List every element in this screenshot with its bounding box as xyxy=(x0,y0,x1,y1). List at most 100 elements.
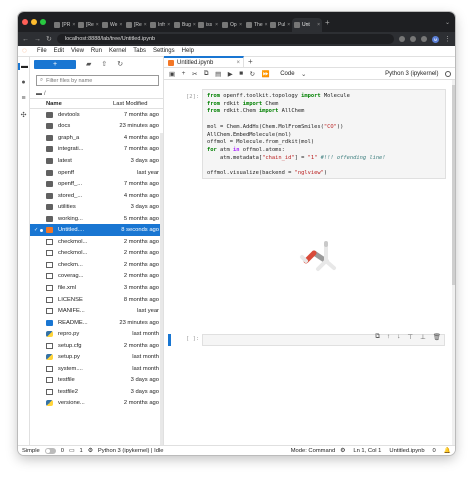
maximize-window-button[interactable] xyxy=(40,19,46,25)
file-row[interactable]: MANIFE... last year xyxy=(30,305,163,317)
cell-type-select[interactable]: Code xyxy=(280,71,294,77)
simple-mode-toggle[interactable] xyxy=(44,447,56,454)
toc-icon[interactable]: ≡ xyxy=(21,95,25,102)
scrollbar-thumb[interactable] xyxy=(452,85,455,285)
extension-icon[interactable] xyxy=(399,36,405,42)
reload-icon[interactable]: ↻ xyxy=(46,35,52,43)
insert-above-icon[interactable]: ⊤ xyxy=(407,333,413,341)
browser-tab[interactable]: Op × xyxy=(220,18,244,32)
move-down-icon[interactable]: ↓ xyxy=(397,333,400,341)
file-row[interactable]: testfile 3 days ago xyxy=(30,375,163,387)
settings-icon[interactable]: ⚙ xyxy=(340,448,345,454)
close-tab-icon[interactable]: × xyxy=(236,60,240,66)
file-row[interactable]: integrati... 7 months ago xyxy=(30,144,163,156)
browser-tab[interactable]: Infr × xyxy=(148,18,172,32)
restart-run-all-icon[interactable]: ⏩ xyxy=(262,70,270,78)
file-list-scrollbar[interactable] xyxy=(160,133,163,453)
extension-icon[interactable] xyxy=(410,36,416,42)
menu-edit[interactable]: Edit xyxy=(54,48,64,54)
close-tab-icon[interactable]: × xyxy=(144,22,147,28)
refresh-icon[interactable]: ↻ xyxy=(117,60,123,68)
notification-count[interactable]: 0 xyxy=(433,448,436,454)
menu-view[interactable]: View xyxy=(71,48,84,54)
move-up-icon[interactable]: ↑ xyxy=(387,333,390,341)
save-icon[interactable]: ▣ xyxy=(169,70,175,78)
cursor-position[interactable]: Ln 1, Col 1 xyxy=(353,448,381,454)
new-tab-button[interactable]: + xyxy=(325,18,330,27)
file-row[interactable]: README... 23 minutes ago xyxy=(30,317,163,329)
file-row[interactable]: checkmol... 2 months ago xyxy=(30,236,163,248)
new-launcher-button[interactable]: + xyxy=(34,59,76,69)
forward-icon[interactable]: → xyxy=(34,36,41,43)
molecule-3d-view[interactable] xyxy=(296,235,346,277)
browser-tab[interactable]: Unt × xyxy=(292,18,322,32)
insert-below-icon[interactable]: ⊥ xyxy=(420,333,426,341)
browser-tab[interactable]: iss × xyxy=(196,18,220,32)
browser-tab[interactable]: [Re × xyxy=(76,18,100,32)
file-row[interactable]: system.... last month xyxy=(30,363,163,375)
close-tab-icon[interactable]: × xyxy=(96,22,99,28)
file-row[interactable]: docs 23 minutes ago xyxy=(30,121,163,133)
tab-search-icon[interactable]: ⌄ xyxy=(445,19,450,26)
file-row[interactable]: coverag... 2 months ago xyxy=(30,271,163,283)
restart-icon[interactable]: ↻ xyxy=(250,70,255,78)
close-tab-icon[interactable]: × xyxy=(287,22,290,28)
file-row[interactable]: setup.py last month xyxy=(30,351,163,363)
tab-untitled-notebook[interactable]: Untitled.ipynb × xyxy=(164,56,244,67)
menu-help[interactable]: Help xyxy=(182,48,194,54)
url-field[interactable]: localhost:8888/lab/tree/Untitled.ipynb xyxy=(56,34,394,44)
file-row[interactable]: LICENSE 8 months ago xyxy=(30,294,163,306)
browser-tab[interactable]: Pul × xyxy=(268,18,292,32)
kernel-count[interactable]: 1 xyxy=(79,448,82,454)
close-tab-icon[interactable]: × xyxy=(239,22,242,28)
file-row[interactable]: setup.cfg 2 months ago xyxy=(30,340,163,352)
chevron-down-icon[interactable]: ⌄ xyxy=(301,70,306,78)
browser-tab[interactable]: The × xyxy=(244,18,268,32)
terminal-count[interactable]: 0 xyxy=(61,448,64,454)
kernel-name[interactable]: Python 3 (ipykernel) xyxy=(385,71,438,77)
close-tab-icon[interactable]: × xyxy=(119,22,122,28)
notebook-scrollbar[interactable] xyxy=(452,80,455,455)
browser-menu-icon[interactable]: ⋮ xyxy=(444,35,451,43)
code-editor[interactable]: from openff.toolkit.topology import Mole… xyxy=(202,89,446,179)
add-cell-icon[interactable]: + xyxy=(182,70,186,77)
delete-cell-icon[interactable]: 🗑 xyxy=(433,333,441,341)
profile-avatar[interactable]: M xyxy=(432,35,439,43)
extension-icon[interactable] xyxy=(421,36,427,42)
file-row[interactable]: checkm... 2 months ago xyxy=(30,259,163,271)
menu-settings[interactable]: Settings xyxy=(153,48,175,54)
stop-icon[interactable]: ■ xyxy=(239,70,243,77)
minimize-window-button[interactable] xyxy=(31,19,37,25)
breadcrumb[interactable]: ▬ / xyxy=(30,89,163,98)
close-tab-icon[interactable]: × xyxy=(72,22,75,28)
close-tab-icon[interactable]: × xyxy=(167,22,170,28)
paste-icon[interactable]: ▤ xyxy=(215,70,221,78)
file-row[interactable]: ✓ Untitled.... 8 seconds ago xyxy=(30,224,163,237)
empty-code-cell[interactable]: [ ]: ⧉ ↑ ↓ ⊤ ⊥ 🗑 xyxy=(168,333,445,346)
breadcrumb-root[interactable]: / xyxy=(44,91,46,97)
upload-icon[interactable]: ⇧ xyxy=(101,60,107,68)
file-row[interactable]: versione... 2 months ago xyxy=(30,398,163,410)
column-last-modified[interactable]: Last Modified xyxy=(113,101,163,107)
file-row[interactable]: openff_... 7 months ago xyxy=(30,178,163,190)
close-tab-icon[interactable]: × xyxy=(317,22,320,28)
cut-icon[interactable]: ✂ xyxy=(192,70,197,78)
browser-tab[interactable]: We × xyxy=(100,18,124,32)
code-cell[interactable]: [2]: from openff.toolkit.topology import… xyxy=(164,87,455,317)
file-row[interactable]: devtools 7 months ago xyxy=(30,109,163,121)
new-launcher-tab-button[interactable]: + xyxy=(244,57,253,67)
back-icon[interactable]: ← xyxy=(22,36,29,43)
menu-kernel[interactable]: Kernel xyxy=(109,48,126,54)
menu-run[interactable]: Run xyxy=(91,48,102,54)
column-name[interactable]: Name xyxy=(34,101,113,107)
file-row[interactable]: utilities 3 days ago xyxy=(30,201,163,213)
kernel-state[interactable]: Python 3 (ipykernel) | Idle xyxy=(98,448,164,454)
duplicate-cell-icon[interactable]: ⧉ xyxy=(375,333,380,341)
close-window-button[interactable] xyxy=(22,19,28,25)
file-row[interactable]: checkmol... 2 months ago xyxy=(30,248,163,260)
menu-tabs[interactable]: Tabs xyxy=(133,48,146,54)
folder-icon[interactable]: ▬ xyxy=(18,63,29,70)
copy-icon[interactable]: ⧉ xyxy=(204,70,209,78)
browser-tab[interactable]: [Re × xyxy=(124,18,148,32)
filter-input[interactable]: ⌕ Filter files by name xyxy=(36,75,159,86)
